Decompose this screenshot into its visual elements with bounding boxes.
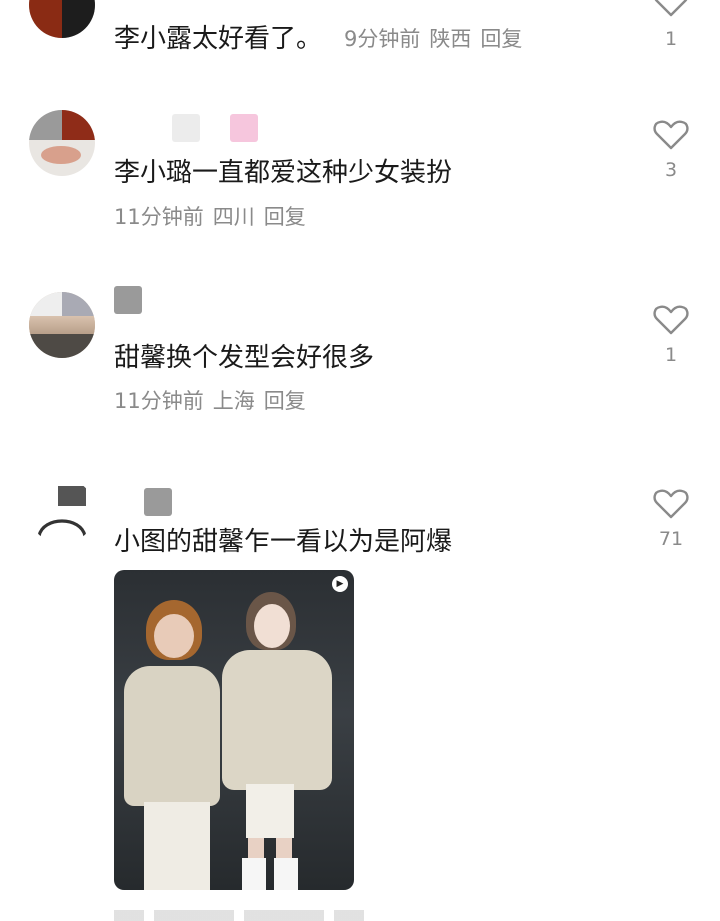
heart-icon xyxy=(653,120,689,150)
avatar[interactable] xyxy=(29,0,95,38)
username-redacted[interactable] xyxy=(114,114,334,146)
comment-text: 甜馨换个发型会好很多 xyxy=(114,343,375,373)
reply-button[interactable]: 回复 xyxy=(264,389,306,413)
like-button[interactable]: 3 xyxy=(650,119,692,181)
username-redacted[interactable] xyxy=(114,488,334,520)
like-count: 1 xyxy=(664,344,678,366)
like-button[interactable]: 1 xyxy=(650,304,692,366)
reply-button[interactable]: 回复 xyxy=(264,205,306,229)
avatar[interactable] xyxy=(29,110,95,176)
heart-icon xyxy=(653,489,689,519)
comment-media-thumbnail[interactable]: ▶ xyxy=(114,570,354,890)
avatar[interactable] xyxy=(29,292,95,358)
play-icon: ▶ xyxy=(332,576,348,592)
comment-text: 小图的甜馨乍一看以为是阿爆 xyxy=(114,527,453,557)
like-button[interactable]: 71 xyxy=(650,488,692,550)
comment-time: 11分钟前 xyxy=(114,205,204,229)
like-count: 1 xyxy=(664,28,678,50)
comment-location: 四川 xyxy=(212,205,255,229)
next-comment-meta-clipped xyxy=(114,910,374,921)
like-button[interactable]: 1 xyxy=(650,0,692,50)
like-count: 71 xyxy=(658,528,684,550)
comment-time: 9分钟前 xyxy=(344,27,421,51)
comment-time: 11分钟前 xyxy=(114,389,204,413)
comment-meta: 9分钟前 陕西 回复 xyxy=(344,24,522,54)
comment-location: 陕西 xyxy=(429,27,472,51)
avatar[interactable] xyxy=(29,478,95,544)
comment-text: 李小露太好看了。 xyxy=(114,24,323,54)
reply-button[interactable]: 回复 xyxy=(480,27,522,51)
comment-meta: 11分钟前 上海 回复 xyxy=(114,386,315,416)
comment-location: 上海 xyxy=(212,389,255,413)
username-redacted[interactable] xyxy=(114,286,334,318)
heart-icon xyxy=(654,0,688,17)
heart-icon xyxy=(653,305,689,335)
like-count: 3 xyxy=(664,159,678,181)
comment-meta: 11分钟前 四川 回复 xyxy=(114,202,315,232)
comment-text: 李小璐一直都爱这种少女装扮 xyxy=(114,158,453,188)
